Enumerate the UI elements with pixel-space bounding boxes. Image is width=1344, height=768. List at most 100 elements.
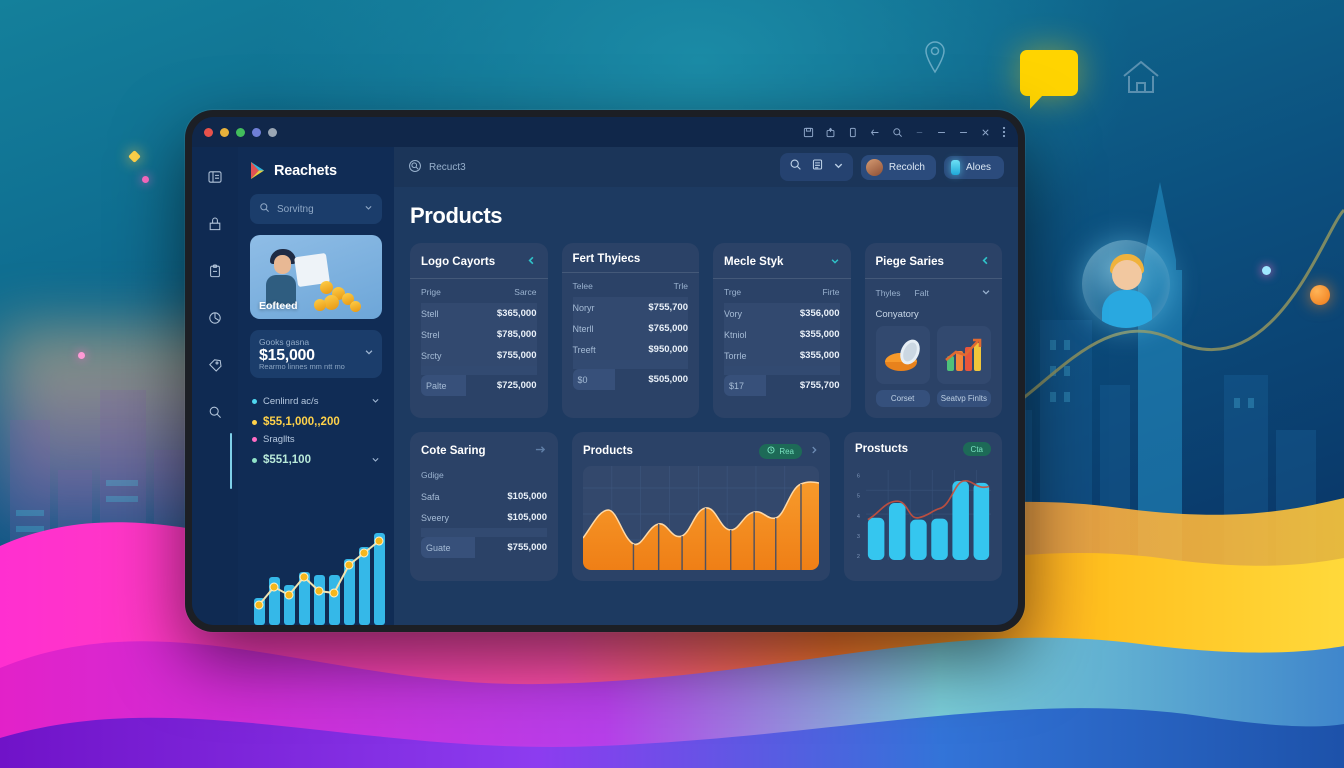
breadcrumb[interactable]: Recuct3 [408,159,466,176]
filter-row[interactable]: Thyles Falt [876,284,992,305]
search-input[interactable]: Sorvitng [250,194,382,224]
save-icon[interactable] [803,127,814,138]
close-icon[interactable] [980,127,991,138]
svg-text:3: 3 [857,534,860,540]
status-badge[interactable]: Rea [759,443,802,459]
cell-value: $725,000 [496,380,537,391]
chevron-down-icon[interactable] [981,287,991,299]
window-dot-inactive[interactable] [268,127,277,137]
card-mecle-styk[interactable]: Mecle Styk Trge Firte Vory $356,000 Ktniol… [713,243,851,418]
table-row[interactable]: Nterll $765,000 [572,318,688,339]
clipboard-icon[interactable] [207,263,223,284]
maximize-icon[interactable] [936,127,947,138]
card-cote-saring[interactable]: Cote Saring Gdige Safa $105,000 Sveery $10… [410,432,558,581]
card-logo-cayorts[interactable]: Logo Cayorts Prige Sarce Stell $365,000 St… [410,243,548,418]
chevron-down-icon[interactable] [371,451,380,469]
table-row-footer[interactable]: $17 $755,700 [724,375,840,396]
tile-caption[interactable]: Corset [875,390,930,407]
restore-icon[interactable] [958,127,969,138]
search-icon[interactable] [892,127,903,138]
pie-chart-icon[interactable] [207,310,223,331]
inbox-icon[interactable] [207,216,223,237]
dashboard-icon[interactable] [207,169,223,190]
list-item[interactable]: $551,100 [252,451,380,469]
table-row[interactable]: Strel $785,000 [421,324,537,345]
rail-active-indicator [230,433,232,489]
search-icon[interactable] [207,404,223,425]
sidebar-sparkline-chart [254,533,385,625]
filter-icon[interactable] [811,158,824,176]
device-icon[interactable] [847,127,858,138]
breadcrumb-label: Recuct3 [429,161,466,173]
card-fert-thyiecs[interactable]: Fert Thyiecs Telee Trle Noryr $755,700 Nte… [561,243,699,418]
table-row-footer[interactable]: Guate $755,000 [421,537,547,558]
table-row[interactable]: Treeft $950,000 [572,339,688,360]
kpi-card[interactable]: Gooks gasna $15,000 Rearmo linnes mm ntt… [250,330,382,378]
card-products-area-chart[interactable]: Products Rea [572,432,830,581]
cell-label: Guate [421,537,475,558]
pie-chart-thumbnail[interactable] [875,326,930,384]
brand[interactable]: Reachets [250,161,382,180]
table-row[interactable]: Safa $105,000 [421,486,547,507]
table-row[interactable]: Ktniol $355,000 [724,324,840,345]
cards-grid-top: Logo Cayorts Prige Sarce Stell $365,000 St… [410,243,1002,418]
kpi-subcaption: Rearmo linnes mm ntt mo [259,362,345,371]
cell-label: Nterll [572,318,616,339]
account-button-label: Recolch [888,161,925,173]
cell-label: Srcty [421,345,467,366]
action-button[interactable]: Aloes [943,155,1004,179]
window-dot-maximize[interactable] [236,127,245,137]
list-item[interactable]: Sragllts [252,434,380,445]
svg-text:2: 2 [857,554,860,560]
window-controls[interactable] [204,127,277,137]
table-row[interactable]: Sveery $105,000 [421,507,547,528]
card-piege-saries[interactable]: Piege Saries Thyles Falt Conyatory Corse… [864,243,1002,418]
chevron-down-icon[interactable] [830,253,840,271]
list-item[interactable]: $55,1,000,,200 [252,416,380,428]
status-badge[interactable]: Cta [962,442,991,456]
chevron-down-icon[interactable] [364,344,374,362]
brand-name: Reachets [274,162,337,179]
cell-label: Stell [421,303,467,324]
card-prostucts-bar-chart[interactable]: Prostucts Cta 6 5 4 3 2 [844,432,1002,581]
cell-label: Noryr [572,297,616,318]
kpi-caption: Gooks gasna [259,337,310,347]
table-row[interactable]: Srcty $755,000 [421,345,537,366]
chevron-right-icon[interactable] [809,442,819,460]
table-row[interactable]: Stell $365,000 [421,303,537,324]
back-arrow-icon[interactable] [869,127,881,138]
search-icon[interactable] [789,158,802,176]
table-row[interactable]: Torrle $355,000 [724,345,840,366]
promo-card[interactable]: Eofteed [250,235,382,319]
column-header: Firte [822,287,840,297]
chevron-left-icon[interactable] [526,253,537,271]
window-dot-extra[interactable] [252,127,261,137]
cell-value: $755,700 [615,297,688,318]
cell-value: $755,000 [466,345,537,366]
table-row[interactable]: Noryr $755,700 [572,297,688,318]
chevron-down-icon[interactable] [364,203,373,215]
chevron-down-icon[interactable] [833,158,844,176]
table-row[interactable]: Vory $356,000 [724,303,840,324]
list-item[interactable]: Cenlinrd ac/s [252,392,380,410]
divider [713,278,851,279]
chevron-right-icon[interactable] [534,442,547,460]
cell-label: $0 [572,369,616,390]
share-icon[interactable] [825,127,836,138]
chart-plot-area [583,466,819,570]
chevron-down-icon[interactable] [371,392,380,410]
table-row-footer[interactable]: Palte $725,000 [421,375,537,396]
status-badge-label: Rea [779,446,794,456]
tile-caption[interactable]: Seatvp Finlts [936,390,991,407]
overflow-menu-icon[interactable] [1002,126,1006,138]
account-button[interactable]: Recolch [860,154,936,180]
minimize-icon[interactable] [914,127,925,138]
bar-chart-thumbnail[interactable] [936,326,991,384]
tag-icon[interactable] [207,357,223,378]
table-row-footer[interactable]: $0 $505,000 [572,369,688,390]
window-dot-close[interactable] [204,127,213,137]
chevron-left-icon[interactable] [980,253,991,271]
window-dot-minimize[interactable] [220,127,229,137]
cell-value: $765,000 [615,318,688,339]
cell-label: Palte [421,375,467,396]
